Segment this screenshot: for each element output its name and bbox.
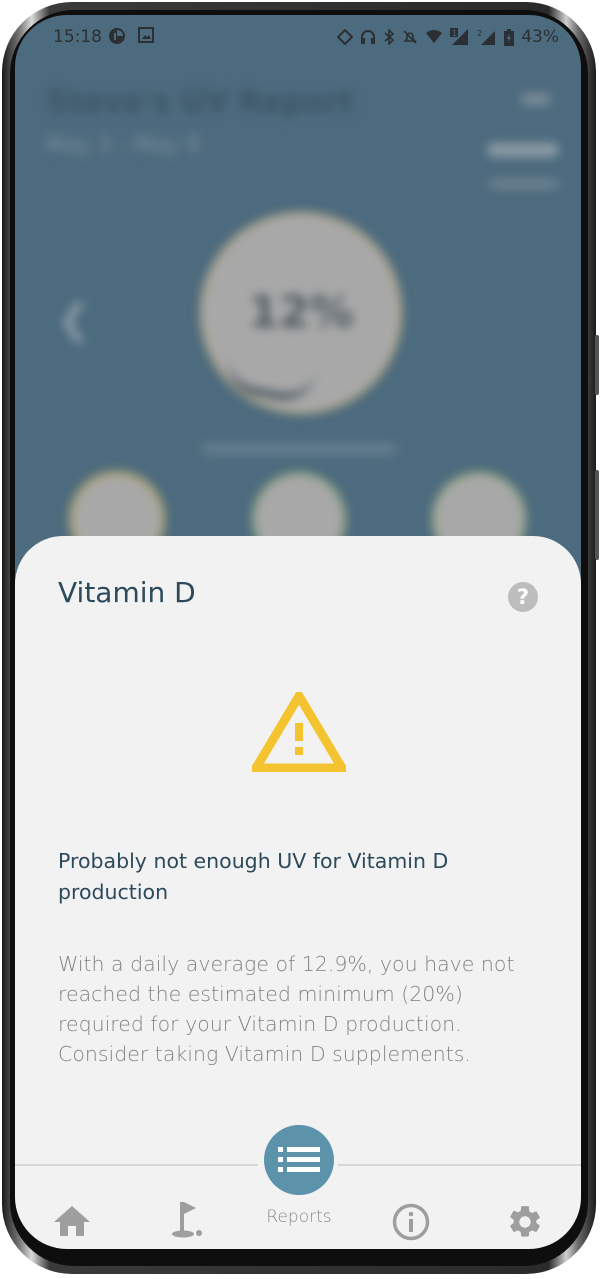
volume-button: [595, 335, 599, 395]
vitamin-d-headline: Probably not enough UV for Vitamin D pro…: [58, 849, 449, 904]
headphones-icon: [361, 30, 376, 44]
signal-sim1-icon: 1: [450, 28, 469, 45]
bottom-navigation: Reports: [15, 1109, 581, 1249]
signal-sim2-icon: 2: [477, 29, 496, 45]
bluetooth-icon: [384, 29, 395, 45]
svg-text:2: 2: [477, 29, 482, 38]
mute-icon: [403, 30, 418, 44]
gallery-icon: [138, 27, 154, 43]
info-icon: [392, 1203, 430, 1241]
nav-info[interactable]: [392, 1203, 430, 1245]
list-icon: [278, 1147, 320, 1172]
warning-triangle-icon: [252, 692, 346, 772]
sheet-title: Vitamin D: [58, 576, 196, 609]
auto-rotate-icon: [337, 29, 354, 45]
report-title: Steve's UV Report: [47, 85, 354, 120]
status-time: 15:18: [53, 27, 102, 47]
home-icon: [54, 1206, 90, 1236]
uv-percent: 12%: [248, 287, 354, 338]
status-bar: 15:18 1 2 43%: [15, 15, 581, 61]
nav-reports-label[interactable]: Reports: [249, 1207, 349, 1227]
vitamin-d-description: With a daily average of 12.9%, you have …: [58, 952, 515, 1066]
nav-settings[interactable]: [506, 1203, 544, 1245]
bg-placeholder: [487, 143, 559, 157]
golf-flag-icon: [172, 1202, 202, 1238]
gear-icon: [510, 1206, 540, 1237]
data-saver-icon: [109, 28, 125, 44]
bg-caption: [201, 443, 397, 455]
battery-charging-icon: [504, 28, 515, 46]
nav-challenges[interactable]: [169, 1201, 203, 1243]
chevron-left-icon: ❮: [57, 297, 91, 343]
nav-home[interactable]: [53, 1205, 91, 1241]
svg-text:1: 1: [452, 29, 457, 38]
nav-reports[interactable]: [264, 1125, 334, 1195]
screen: Steve's UV Report May 3 - May 9 ❮ 12% 15…: [15, 15, 581, 1249]
bg-placeholder: [489, 179, 559, 189]
report-date-range: May 3 - May 9: [45, 133, 200, 158]
bg-placeholder: [521, 93, 551, 105]
power-button: [595, 470, 599, 560]
battery-percent: 43%: [521, 27, 559, 47]
wifi-icon: [426, 29, 443, 43]
help-icon[interactable]: ?: [508, 582, 538, 612]
